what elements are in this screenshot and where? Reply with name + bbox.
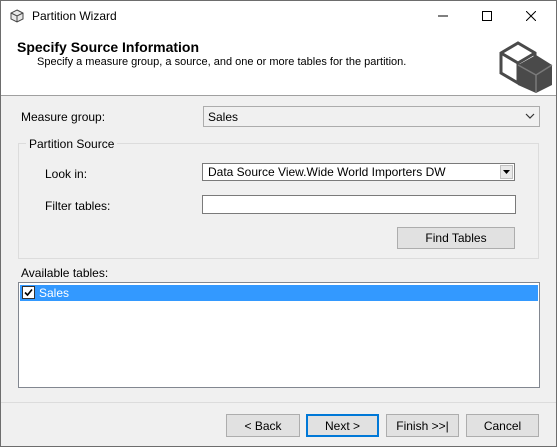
available-tables-label: Available tables: — [21, 266, 109, 280]
cancel-button[interactable]: Cancel — [466, 414, 539, 437]
measure-group-combo[interactable]: Sales — [203, 106, 540, 127]
wizard-header: Specify Source Information Specify a mea… — [1, 31, 556, 96]
back-button[interactable]: < Back — [226, 414, 300, 437]
table-checkbox[interactable] — [22, 286, 35, 299]
dropdown-arrow-icon — [503, 170, 510, 174]
checkmark-icon — [24, 288, 33, 297]
title-bar: Partition Wizard — [1, 1, 556, 31]
list-item-label: Sales — [39, 286, 70, 300]
filter-tables-label: Filter tables: — [45, 199, 111, 213]
measure-group-label: Measure group: — [21, 110, 106, 124]
minimize-icon — [438, 15, 448, 17]
next-button[interactable]: Next > — [306, 414, 379, 437]
partition-wizard-window: Partition Wizard Specify Source Informat… — [0, 0, 557, 447]
look-in-dropdown-button[interactable] — [500, 165, 513, 179]
cube-icon — [499, 41, 553, 93]
measure-group-value: Sales — [208, 110, 239, 124]
partition-source-label: Partition Source — [26, 137, 118, 151]
close-icon — [526, 11, 536, 21]
look-in-label: Look in: — [45, 167, 88, 181]
list-item[interactable]: Sales — [20, 285, 538, 301]
available-tables-list[interactable]: Sales — [18, 282, 540, 388]
close-button[interactable] — [509, 1, 553, 31]
page-title: Specify Source Information — [17, 39, 200, 55]
chevron-down-icon — [525, 113, 535, 119]
look-in-dropdown[interactable]: Data Source View.Wide World Importers DW — [202, 163, 515, 181]
maximize-button[interactable] — [465, 1, 509, 31]
maximize-icon — [482, 11, 492, 21]
look-in-value: Data Source View.Wide World Importers DW — [208, 165, 446, 179]
window-title: Partition Wizard — [32, 9, 117, 23]
filter-tables-input[interactable] — [202, 195, 516, 214]
minimize-button[interactable] — [421, 1, 465, 31]
finish-button[interactable]: Finish >>| — [386, 414, 459, 437]
footer-divider — [1, 402, 556, 403]
app-cube-icon — [10, 9, 24, 23]
page-subtitle: Specify a measure group, a source, and o… — [37, 56, 407, 68]
find-tables-button[interactable]: Find Tables — [397, 227, 515, 249]
